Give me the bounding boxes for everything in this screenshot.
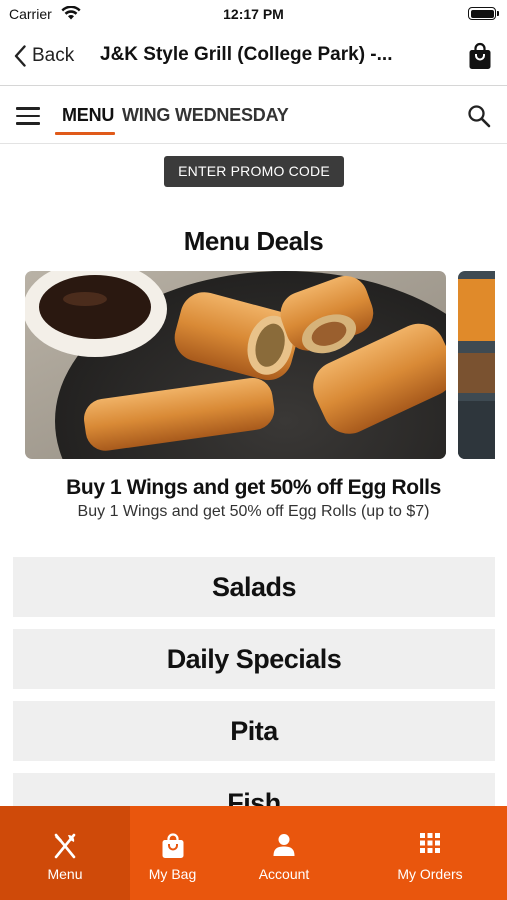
bottom-tab-my-bag[interactable]: My Bag	[130, 806, 215, 900]
bottom-tab-my-bag-label: My Bag	[148, 866, 197, 882]
page-title: J&K Style Grill (College Park) -...	[100, 44, 393, 65]
menu-deals-heading: Menu Deals	[183, 226, 324, 256]
deal-image-egg-rolls[interactable]	[25, 271, 446, 459]
bottom-tab-my-orders-label: My Orders	[397, 866, 463, 882]
deal-subtitle: Buy 1 Wings and get 50% off Egg Rolls (u…	[77, 503, 430, 520]
bottom-tab-menu[interactable]: Menu	[0, 806, 130, 900]
hamburger-menu-icon[interactable]	[16, 107, 40, 125]
bottom-tab-my-orders[interactable]: My Orders	[380, 806, 480, 900]
category-pita[interactable]: Pita	[13, 701, 495, 761]
tab-menu[interactable]: MENU	[62, 105, 114, 126]
fork-knife-icon	[54, 833, 76, 859]
navigation-bar: Back J&K Style Grill (College Park) -...	[0, 30, 507, 86]
next-deal-photo	[458, 271, 495, 459]
tab-wing-wednesday[interactable]: WING WEDNESDAY	[122, 105, 289, 126]
bottom-navigation: Menu My Bag Account My Orders	[0, 806, 507, 900]
bottom-tab-account[interactable]: Account	[234, 806, 334, 900]
search-icon[interactable]	[467, 104, 491, 128]
battery-icon	[468, 7, 499, 20]
deal-image-next[interactable]	[458, 271, 495, 459]
chevron-left-icon	[14, 45, 26, 67]
deal-title: Buy 1 Wings and get 50% off Egg Rolls	[66, 476, 441, 499]
status-time: 12:17 PM	[223, 6, 284, 22]
back-button[interactable]: Back	[14, 42, 74, 70]
back-label: Back	[32, 45, 75, 66]
person-icon	[273, 834, 295, 856]
shopping-bag-icon[interactable]	[468, 42, 492, 70]
status-bar: Carrier 12:17 PM	[0, 0, 507, 30]
bag-icon	[162, 833, 184, 858]
egg-rolls-photo	[25, 271, 446, 459]
bottom-tab-account-label: Account	[258, 866, 310, 882]
active-tab-indicator	[55, 132, 115, 135]
enter-promo-code-button[interactable]: ENTER PROMO CODE	[164, 156, 344, 187]
grid-icon	[420, 833, 440, 853]
category-tab-bar: MENU WING WEDNESDAY	[0, 87, 507, 144]
bottom-tab-menu-label: Menu	[47, 866, 83, 882]
category-daily-specials[interactable]: Daily Specials	[13, 629, 495, 689]
category-salads[interactable]: Salads	[13, 557, 495, 617]
